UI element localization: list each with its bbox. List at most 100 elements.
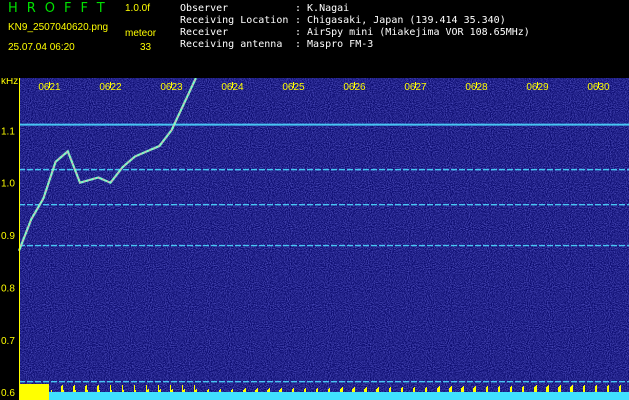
bottom-spike — [438, 387, 439, 392]
x-tick-label: 0622 — [99, 82, 122, 93]
bottom-spike — [75, 390, 76, 392]
bottom-spike — [536, 385, 537, 392]
bottom-spike — [462, 387, 463, 392]
bottom-spike — [353, 388, 354, 392]
bottom-spike — [160, 389, 161, 392]
bottom-spike — [437, 388, 438, 392]
bottom-spike — [498, 387, 499, 392]
bottom-spike — [413, 388, 414, 392]
file-name: KN9_2507040620.png — [8, 22, 109, 33]
bottom-spike — [158, 385, 159, 392]
bottom-spike — [148, 389, 149, 392]
bottom-spike — [110, 385, 111, 392]
bottom-spike — [451, 386, 452, 392]
bottom-spike — [377, 388, 378, 392]
bottom-spike — [463, 386, 464, 392]
bottom-spike — [195, 390, 196, 392]
bottom-spike — [559, 386, 560, 392]
info-location: Receiving Location: Chigasaki, Japan (13… — [180, 15, 506, 26]
x-tick-label: 0625 — [282, 82, 305, 93]
bottom-spike — [219, 390, 220, 392]
bottom-spike — [535, 386, 536, 392]
bottom-spike — [352, 389, 353, 392]
bottom-spike — [341, 388, 342, 392]
x-tick-label: 0630 — [587, 82, 610, 93]
bottom-spike — [426, 387, 427, 392]
bottom-spike — [401, 388, 402, 392]
bottom-spike — [475, 386, 476, 392]
bottom-spike — [364, 389, 365, 392]
bottom-spike — [244, 389, 245, 392]
x-tick-label: 0629 — [526, 82, 549, 93]
bottom-spike — [316, 389, 317, 392]
x-tick-label: 0627 — [404, 82, 427, 93]
bottom-spike — [269, 388, 270, 392]
bottom-spike — [74, 385, 75, 392]
bottom-spike — [231, 390, 232, 392]
bottom-spike — [220, 389, 221, 392]
bottom-spike — [608, 385, 609, 392]
bottom-spike — [510, 387, 511, 392]
bottom-spike — [583, 386, 584, 392]
bottom-spike — [607, 386, 608, 392]
bottom-spike — [461, 388, 462, 392]
bottom-spike — [523, 386, 524, 392]
bottom-spike — [170, 385, 171, 392]
bottom-spike — [365, 388, 366, 392]
bottom-spike — [86, 385, 87, 392]
version-label: 1.0.0f — [125, 3, 151, 14]
bottom-spike — [194, 385, 195, 392]
bottom-spike — [281, 388, 282, 392]
bottom-spike — [595, 386, 596, 392]
bottom-spike — [511, 386, 512, 392]
y-axis-label: kHz — [1, 78, 18, 87]
bottom-spike — [182, 385, 183, 392]
bottom-spike — [134, 385, 135, 392]
bottom-spike — [414, 387, 415, 392]
spectrogram: 0621 0622 0623 0624 0625 0626 0627 0628 0629 0630… — [1, 78, 629, 400]
y-tick-label: 1.1 — [1, 126, 15, 137]
info-receiver: Receiver: AirSpy mini (Miakejima VOR 108… — [180, 27, 530, 38]
bottom-spike — [111, 390, 112, 392]
y-tick-label: 1.0 — [1, 179, 15, 190]
bottom-spike — [439, 386, 440, 392]
bottom-spike — [280, 389, 281, 392]
bottom-spike — [317, 388, 318, 392]
bottom-spike — [548, 385, 549, 392]
bottom-spike — [87, 390, 88, 392]
bottom-spike — [378, 387, 379, 392]
bottom-spike — [146, 385, 147, 392]
info-observer: Observer: K.Nagai — [180, 3, 350, 14]
bottom-spike — [572, 385, 573, 392]
bottom-spike — [486, 387, 487, 392]
bottom-spike — [208, 389, 209, 392]
bottom-spike — [279, 390, 280, 392]
bottom-spike — [558, 387, 559, 392]
y-tick-label: 0.9 — [1, 231, 15, 242]
y-tick-label: 0.6 — [1, 388, 15, 399]
bottom-spike — [245, 388, 246, 392]
bottom-spike — [122, 385, 123, 392]
plot-noise — [19, 78, 629, 400]
bottom-spike — [85, 386, 86, 392]
bottom-spike — [61, 386, 62, 392]
bottom-spike — [620, 385, 621, 392]
bottom-spike — [596, 385, 597, 392]
bottom-spike — [196, 389, 197, 392]
bottom-spike — [232, 389, 233, 392]
bottom-spike — [268, 389, 269, 392]
x-tick-label: 0623 — [160, 82, 183, 93]
bottom-spike — [584, 385, 585, 392]
bottom-spike — [354, 387, 355, 392]
bottom-spike — [522, 387, 523, 392]
bottom-spike — [376, 389, 377, 392]
bottom-spike — [184, 389, 185, 392]
bottom-spike — [487, 386, 488, 392]
meteor-label: meteor — [125, 28, 157, 39]
bottom-spike — [304, 389, 305, 392]
bottom-spike — [73, 386, 74, 392]
bottom-spike — [499, 386, 500, 392]
bottom-spike — [329, 388, 330, 392]
bottom-spike — [123, 390, 124, 392]
bottom-spike — [473, 388, 474, 392]
